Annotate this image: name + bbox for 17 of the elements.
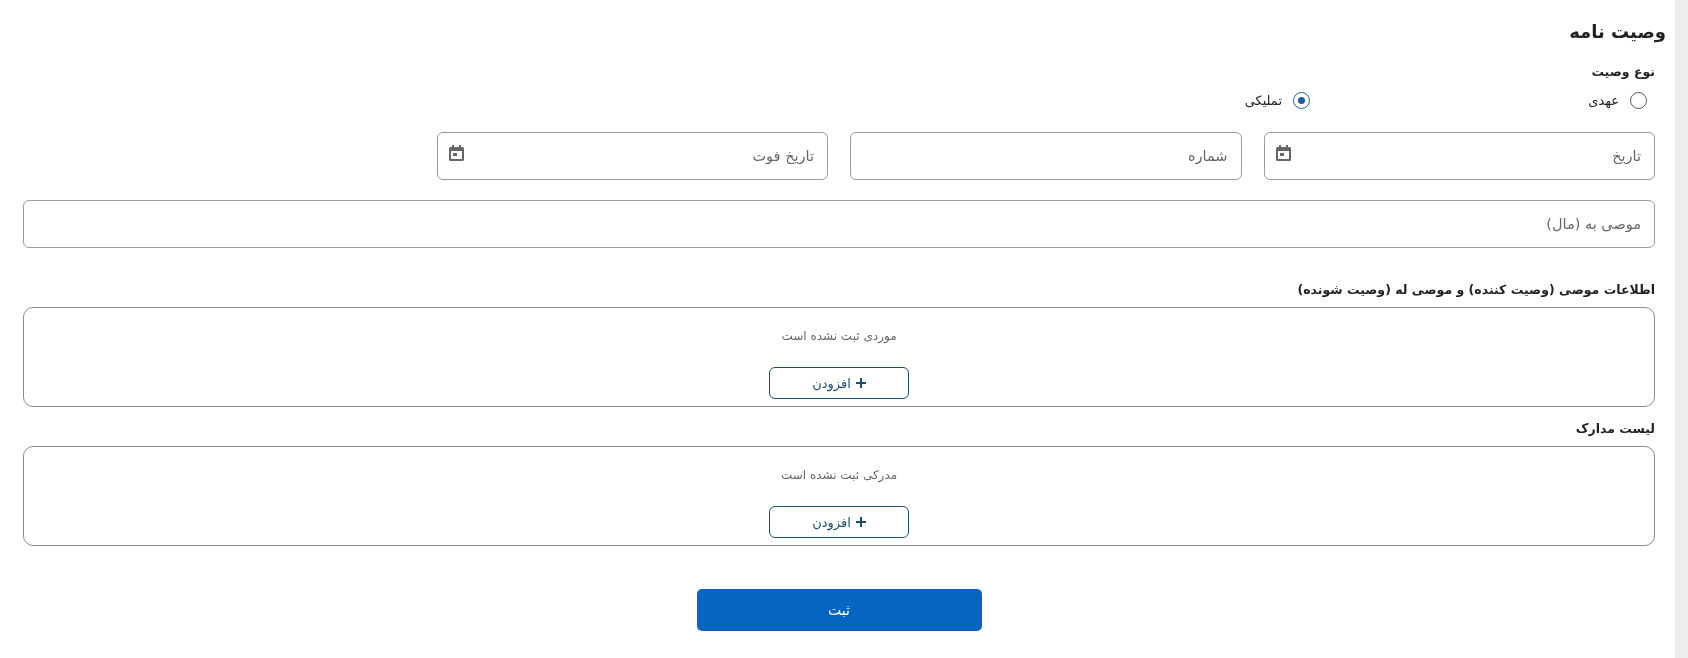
date-field[interactable]: تاریخ فوت bbox=[436, 132, 828, 180]
section-heading: اطلاعات موصی (وصیت کننده) و موصی له (وصیت شونده) bbox=[1297, 281, 1655, 299]
plus-icon bbox=[855, 378, 866, 388]
add-button[interactable]: افزودن bbox=[769, 506, 909, 538]
number-field[interactable]: شماره bbox=[850, 132, 1242, 180]
add-button[interactable]: افزودن bbox=[769, 367, 909, 399]
date-field[interactable]: تاریخ bbox=[1263, 132, 1655, 180]
will-type-label: نوع وصیت bbox=[1591, 63, 1655, 81]
empty-message: مدرکی ثبت نشده است bbox=[780, 467, 898, 485]
plus-icon bbox=[855, 517, 866, 527]
bequest-field[interactable]: موصی به (مال) bbox=[23, 200, 1655, 248]
submit-button[interactable]: ثبت bbox=[696, 589, 982, 631]
page-title: وصیت نامه bbox=[1569, 20, 1666, 44]
radio-option[interactable]: تملیکی bbox=[1244, 91, 1310, 109]
section-heading: لیست مدارک bbox=[1575, 420, 1655, 438]
empty-message: موردی ثبت نشده است bbox=[781, 328, 897, 345]
radio-option[interactable]: عهدی bbox=[1588, 91, 1647, 109]
